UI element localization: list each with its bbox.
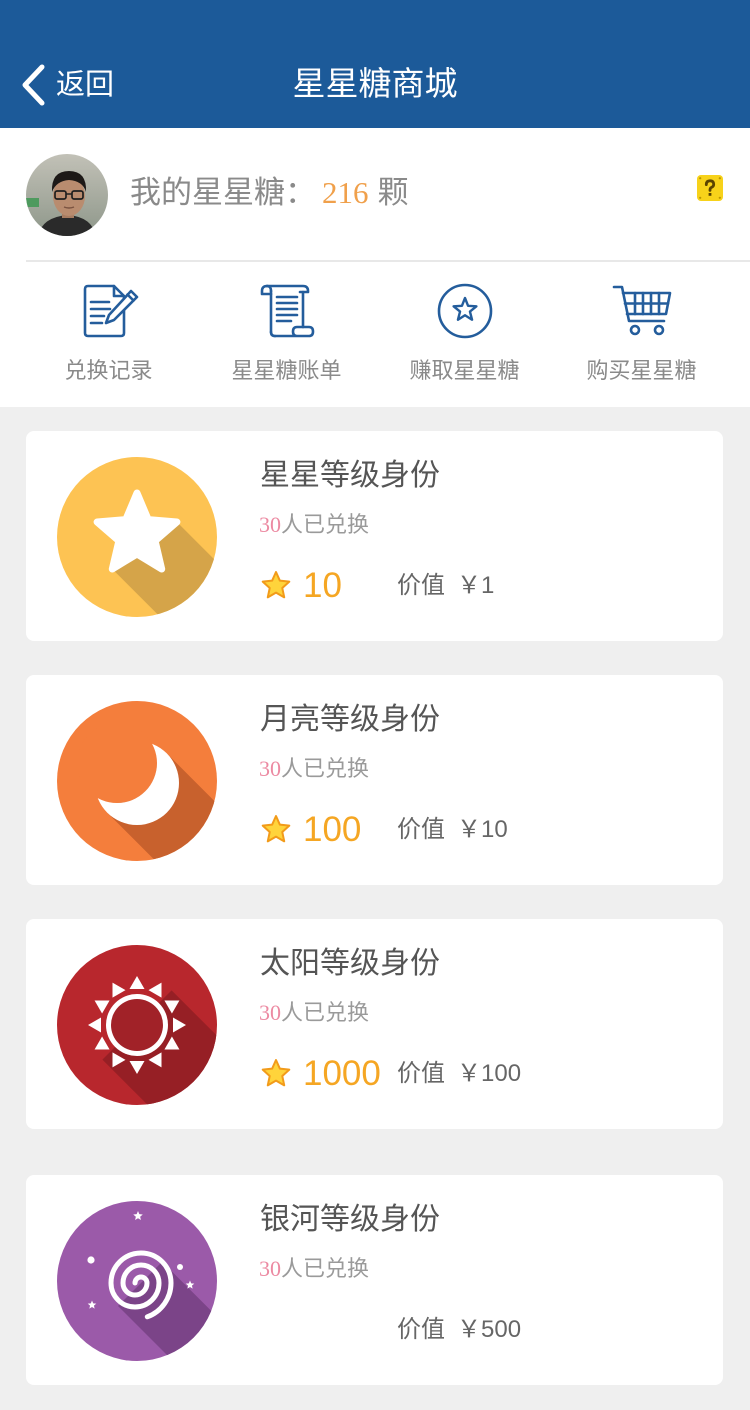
shortcut-earn-candy[interactable]: 赚取星星糖	[376, 283, 553, 393]
avatar[interactable]	[26, 154, 108, 236]
value-label: 价值	[397, 1060, 445, 1087]
product-badge	[57, 1201, 217, 1361]
value-amount: ￥10	[457, 816, 508, 843]
value-label: 价值	[397, 816, 445, 843]
galaxy-badge-icon	[57, 1201, 217, 1361]
question-icon	[697, 175, 723, 201]
product-value: 价值 ￥1	[397, 569, 494, 606]
shortcut-label: 购买星星糖	[586, 358, 697, 383]
divider	[26, 260, 750, 262]
shortcut-label: 赚取星星糖	[409, 358, 520, 383]
sun-badge-icon	[57, 945, 217, 1105]
moon-badge-icon	[57, 701, 217, 861]
star-circle-icon	[437, 283, 493, 339]
product-value: 价值 ￥10	[397, 813, 508, 850]
shopping-cart-icon	[612, 285, 672, 336]
redeemed-text: 人已兑换	[281, 1256, 370, 1281]
shortcut-candy-bill[interactable]: 星星糖账单	[198, 283, 375, 393]
product-badge	[57, 457, 217, 617]
star-price: 10	[303, 566, 342, 605]
star-price-icon	[260, 569, 292, 601]
redeemed-text: 人已兑换	[281, 1000, 370, 1025]
star-price: 100	[303, 810, 362, 849]
shortcut-exchange-records[interactable]: 兑换记录	[20, 283, 197, 393]
shortcut-label: 兑换记录	[64, 358, 153, 383]
shortcut-buy-candy[interactable]: 购买星星糖	[553, 283, 730, 393]
shortcut-label: 星星糖账单	[231, 358, 342, 383]
redeemed-count: 30	[259, 1256, 281, 1281]
redeemed-count: 30	[259, 1000, 281, 1025]
navigation-bar: 返回 星星糖商城	[0, 0, 750, 128]
product-title: 星星等级身份	[260, 459, 440, 492]
value-amount: ￥100	[457, 1060, 522, 1087]
product-card-galaxy-level[interactable]: 银河等级身份 30人已兑换 价值 ￥500	[26, 1175, 723, 1385]
product-badge	[57, 945, 217, 1105]
star-price: 1000	[303, 1054, 381, 1093]
help-button[interactable]	[697, 175, 723, 201]
star-candy-balance: 我的星星糖： 216 颗	[130, 171, 409, 215]
redeemed-text: 人已兑换	[281, 756, 370, 781]
value-label: 价值	[397, 572, 445, 599]
product-value: 价值 ￥100	[397, 1057, 521, 1094]
star-price-icon	[260, 1057, 292, 1089]
avatar-image	[26, 154, 108, 236]
star-price-icon	[260, 813, 292, 845]
product-title: 银河等级身份	[260, 1203, 440, 1236]
redeemed-info: 30人已兑换	[259, 511, 369, 542]
product-title: 月亮等级身份	[260, 703, 440, 736]
product-title: 太阳等级身份	[260, 947, 440, 980]
product-card-star-level[interactable]: 星星等级身份 30人已兑换 10 价值 ￥1	[26, 431, 723, 641]
value-amount: ￥500	[457, 1316, 522, 1343]
product-badge	[57, 701, 217, 861]
redeemed-count: 30	[259, 512, 281, 537]
redeemed-info: 30人已兑换	[259, 755, 369, 786]
value-label: 价值	[397, 1316, 445, 1343]
balance-label: 我的星星糖：	[130, 175, 316, 210]
value-amount: ￥1	[457, 572, 495, 599]
account-panel: 我的星星糖： 216 颗 兑换记录 星星糖账单 赚取星星糖 购买星星糖	[0, 128, 750, 407]
product-card-moon-level[interactable]: 月亮等级身份 30人已兑换 100 价值 ￥10	[26, 675, 723, 885]
redeemed-info: 30人已兑换	[259, 1255, 369, 1286]
redeemed-text: 人已兑换	[281, 512, 370, 537]
document-edit-icon	[83, 284, 139, 338]
redeemed-count: 30	[259, 756, 281, 781]
redeemed-info: 30人已兑换	[259, 999, 369, 1030]
star-badge-icon	[57, 457, 217, 617]
product-card-sun-level[interactable]: 太阳等级身份 30人已兑换 1000 价值 ￥100	[26, 919, 723, 1129]
scroll-icon	[260, 284, 315, 338]
page-title: 星星糖商城	[292, 65, 458, 102]
product-value: 价值 ￥500	[397, 1313, 521, 1350]
balance-count: 216	[322, 175, 369, 210]
balance-unit: 颗	[377, 175, 409, 210]
